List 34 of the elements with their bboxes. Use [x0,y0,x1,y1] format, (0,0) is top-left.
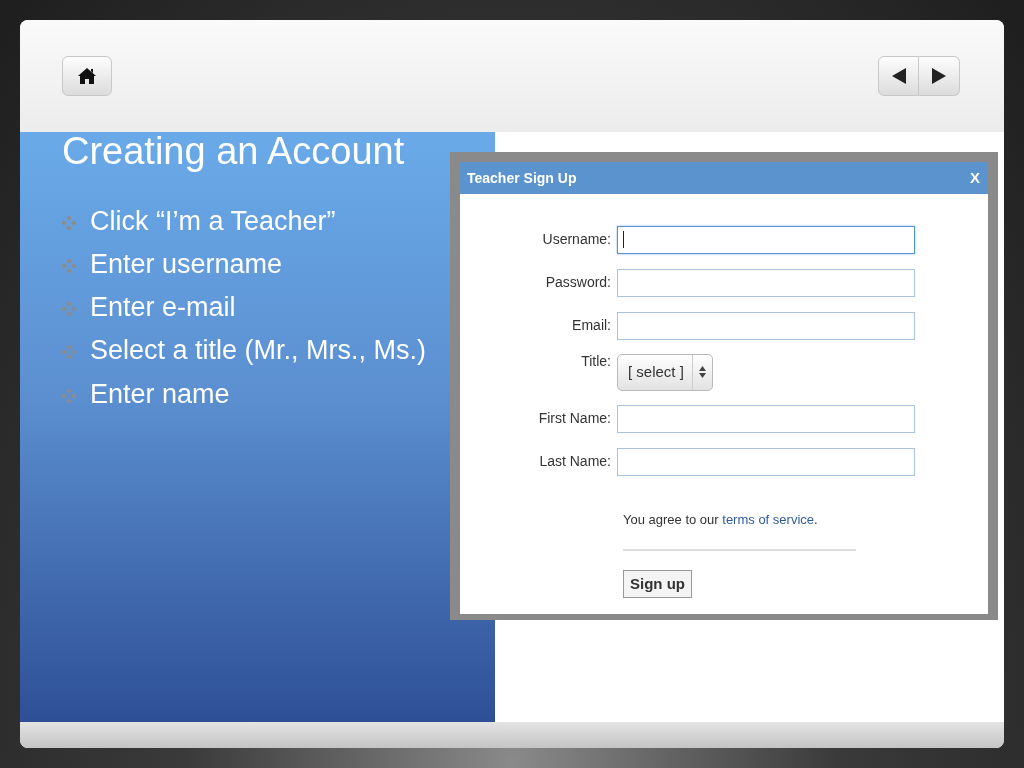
terms-link[interactable]: terms of service [722,512,814,527]
bullet-text: Select a title (Mr., Mrs., Ms.) [90,334,427,368]
input-field[interactable] [617,311,915,340]
bullet-text: Enter username [90,248,283,282]
field-label: Title: [580,352,612,371]
next-button[interactable] [919,56,960,96]
input-field[interactable] [617,447,915,476]
bullet-text: Click “I’m a Teacher” [90,205,336,238]
title-select[interactable]: [ select ] [617,353,713,391]
bullet-icon [62,216,76,230]
bullet-text: Enter e-mail [90,291,236,325]
input-field[interactable] [617,404,915,433]
input-field[interactable] [617,225,915,254]
sign-up-button[interactable]: Sign up [623,569,692,598]
updown-arrows-icon [698,366,706,378]
slide-title: Creating an Account [62,132,406,170]
previous-button[interactable] [878,56,919,96]
bullet-icon [62,345,76,360]
field-label: Email: [571,316,612,335]
right-triangle-icon [932,68,946,84]
field-label: Username: [541,230,612,249]
field-label: Password: [544,273,612,292]
bullet-text: Enter name [90,377,230,411]
dialog-title: Teacher Sign Up [467,168,577,188]
home-button[interactable] [62,56,112,96]
home-icon [77,67,97,85]
field-label: First Name: [537,409,612,428]
left-triangle-icon [891,68,906,84]
bullet-icon [62,302,76,317]
input-field[interactable] [617,268,915,297]
terms-sentence: You agree to our terms of service. [623,511,819,529]
bullet-icon [62,259,76,274]
field-label: Last Name: [538,452,612,471]
bullet-icon [62,388,76,403]
